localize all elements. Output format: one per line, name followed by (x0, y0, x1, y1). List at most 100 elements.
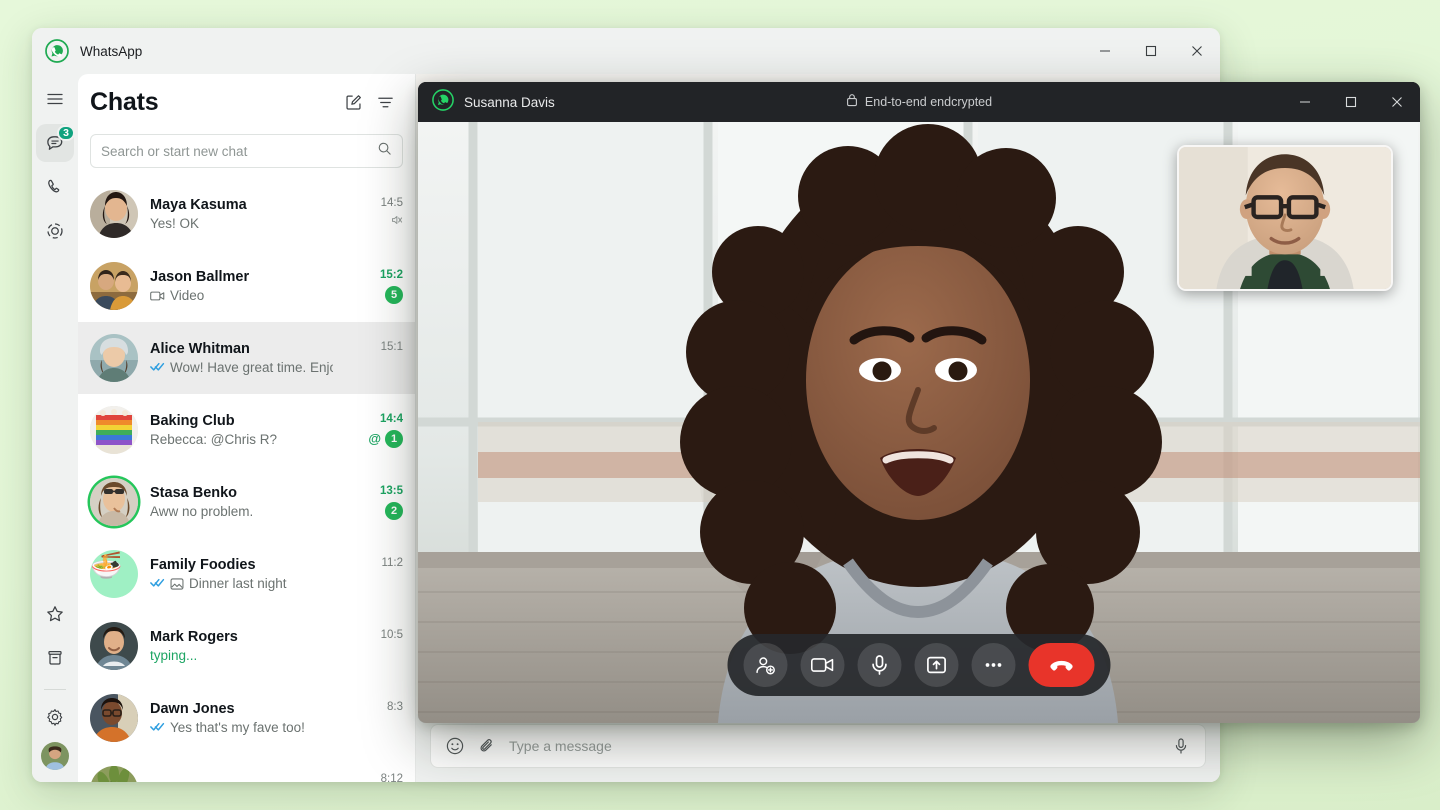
chat-list-item[interactable]: 🍜 Family Foodies Dinner last night 11:2 (78, 538, 415, 610)
unread-count-badge: 1 (385, 429, 403, 448)
contact-avatar[interactable] (90, 694, 138, 742)
share-screen-icon (926, 654, 948, 676)
chat-list-item[interactable]: Mark Rogers typing... 10:5 (78, 610, 415, 682)
call-maximize-button[interactable] (1328, 82, 1374, 122)
chat-item-meta: 8:3 (345, 701, 403, 736)
chat-item-meta: 10:5 (345, 629, 403, 664)
call-video-stage (418, 122, 1420, 723)
call-window-controls (1282, 82, 1420, 122)
contact-avatar[interactable] (90, 334, 138, 382)
encryption-label: End-to-end endcrypted (864, 95, 993, 109)
photo-icon (170, 577, 184, 591)
chat-item-text: Mark Rogers typing... (150, 629, 333, 663)
chat-item-text: Jason Ballmer Video (150, 269, 333, 303)
chat-item-time: 15:1 (380, 340, 403, 353)
sidebar-item-status[interactable] (36, 212, 74, 250)
chat-item-name: Jason Ballmer (150, 269, 250, 285)
chat-list-item[interactable]: Stasa Benko Aww no problem. 13:5 2 (78, 466, 415, 538)
add-participant-button[interactable] (743, 643, 788, 687)
call-brand: Susanna Davis (418, 88, 555, 116)
search-box[interactable] (90, 134, 403, 168)
chat-item-preview-text: Yes! OK (150, 216, 200, 231)
sidebar-item-settings[interactable] (36, 698, 74, 736)
chat-item-preview: Yes that's my fave too! (150, 720, 333, 735)
chat-list-item[interactable]: Dawn Jones Yes that's my fave too! 8:3 (78, 682, 415, 754)
hamburger-menu-icon[interactable] (36, 80, 74, 118)
chat-item-preview: Video (150, 288, 333, 303)
minimize-button[interactable] (1082, 28, 1128, 74)
more-options-button[interactable] (971, 643, 1016, 687)
contact-avatar[interactable]: 🍜 (90, 550, 138, 598)
chat-list-item[interactable]: Jason Ballmer Video 15:2 5 (78, 250, 415, 322)
user-profile-avatar[interactable] (41, 742, 69, 770)
contact-avatar[interactable] (90, 766, 138, 782)
chat-item-time: 15:2 (379, 268, 403, 281)
call-minimize-button[interactable] (1282, 82, 1328, 122)
close-button[interactable] (1174, 28, 1220, 74)
emoji-smiley-icon[interactable] (445, 736, 465, 756)
chat-list-item[interactable]: Baking Club Rebecca: @Chris R? 14:4 @ 1 (78, 394, 415, 466)
sidebar-item-archived[interactable] (36, 639, 74, 677)
search-input[interactable] (101, 143, 369, 159)
chat-list-item[interactable]: Ziggy Woodley 8:12 (78, 754, 415, 782)
share-screen-button[interactable] (914, 643, 959, 687)
chat-item-preview-text: typing... (150, 648, 198, 663)
toggle-microphone-button[interactable] (857, 643, 902, 687)
ellipsis-icon (983, 654, 1005, 676)
chat-item-time: 10:5 (380, 628, 403, 641)
main-window-controls (1082, 28, 1220, 74)
video-call-window: Susanna Davis End-to-end endcrypted (418, 82, 1420, 723)
chat-item-badges: @ 1 (368, 429, 403, 448)
chat-item-time: 8:12 (380, 772, 403, 783)
sidebar-item-starred[interactable] (36, 595, 74, 633)
compose-new-chat-icon[interactable] (337, 86, 369, 118)
contact-avatar[interactable] (90, 190, 138, 238)
app-title: WhatsApp (80, 43, 143, 59)
sidebar-item-calls[interactable] (36, 168, 74, 206)
app-brand: WhatsApp (32, 39, 142, 63)
chat-item-text: Dawn Jones Yes that's my fave too! (150, 701, 333, 735)
maximize-button[interactable] (1128, 28, 1174, 74)
main-window-titlebar: WhatsApp (32, 28, 1220, 74)
chat-item-preview: Dinner last night (150, 576, 333, 591)
call-peer-name: Susanna Davis (464, 94, 555, 110)
contact-avatar[interactable] (90, 622, 138, 670)
sidebar-item-chats[interactable]: 3 (36, 124, 75, 162)
chat-list[interactable]: Maya Kasuma Yes! OK 14:5 Jason Ballmer V… (78, 178, 415, 782)
chat-item-name: Mark Rogers (150, 629, 238, 645)
search-icon[interactable] (377, 141, 392, 161)
call-close-button[interactable] (1374, 82, 1420, 122)
chat-item-text: Maya Kasuma Yes! OK (150, 197, 333, 231)
chat-item-name: Baking Club (150, 413, 235, 429)
call-controls-bar[interactable] (727, 634, 1111, 696)
chat-item-badges (389, 214, 403, 232)
chat-item-meta: 14:4 @ 1 (345, 413, 403, 448)
self-video-preview[interactable] (1177, 145, 1393, 291)
toggle-video-button[interactable] (800, 643, 845, 687)
message-input[interactable] (509, 738, 1159, 754)
contact-avatar[interactable] (90, 406, 138, 454)
unread-count-badge: 5 (385, 285, 403, 304)
paperclip-icon[interactable] (477, 736, 497, 756)
contact-avatar[interactable] (90, 262, 138, 310)
contact-avatar[interactable] (90, 478, 138, 526)
whatsapp-logo-icon (45, 39, 69, 63)
navigation-rail: 3 (32, 74, 78, 782)
end-call-button[interactable] (1028, 643, 1095, 687)
chat-item-time: 14:5 (380, 196, 403, 209)
chat-item-preview-text: Video (170, 288, 205, 303)
chat-list-item[interactable]: Maya Kasuma Yes! OK 14:5 (78, 178, 415, 250)
chat-item-preview-text: Rebecca: @Chris R? (150, 432, 277, 447)
video-camera-icon (811, 653, 835, 677)
chat-item-name: Dawn Jones (150, 701, 235, 717)
chat-item-preview: Yes! OK (150, 216, 333, 231)
chat-item-name: Family Foodies (150, 557, 256, 573)
whatsapp-logo-icon (432, 88, 454, 116)
chat-list-item[interactable]: Alice Whitman Wow! Have great time. Enjo… (78, 322, 415, 394)
chat-item-meta: 13:5 2 (345, 485, 403, 520)
chat-item-time: 11:2 (381, 556, 403, 569)
microphone-icon[interactable] (1171, 736, 1191, 756)
chat-item-text: Stasa Benko Aww no problem. (150, 485, 333, 519)
filter-list-icon[interactable] (369, 86, 401, 118)
message-composer[interactable] (430, 724, 1206, 768)
